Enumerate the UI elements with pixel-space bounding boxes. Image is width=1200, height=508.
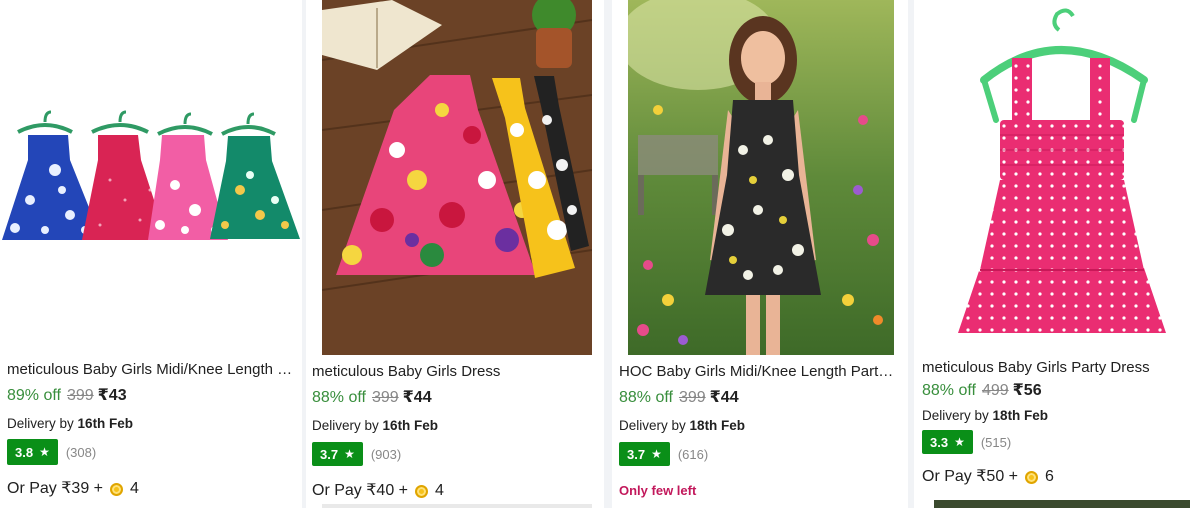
delivery-prefix: Delivery by (7, 416, 74, 431)
rating-row: 3.3 ★ (515) (922, 429, 1192, 455)
rating-value: 3.3 (930, 434, 949, 450)
rating-value: 3.8 (15, 444, 34, 460)
rating-value: 3.7 (320, 446, 339, 462)
rating-row: 3.7 ★ (616) (619, 441, 900, 467)
product-title[interactable]: HOC Baby Girls Midi/Knee Length Party Dr… (619, 362, 900, 382)
coin-count: 6 (1045, 468, 1054, 485)
rating-row: 3.7 ★ (903) (312, 441, 596, 467)
discount-label: 88% off (619, 389, 673, 406)
coin-pay-offer: Or Pay ₹50 + 6 (922, 467, 1192, 487)
sale-price: ₹56 (1012, 382, 1042, 399)
dresses-on-table-photo (322, 0, 592, 355)
original-price: 499 (981, 382, 1009, 399)
delivery-prefix: Delivery by (922, 408, 989, 423)
product-grid: meticulous Baby Girls Midi/Knee Length D… (0, 0, 1200, 508)
sale-price: ₹43 (97, 387, 127, 404)
rating-value: 3.7 (627, 446, 646, 462)
delivery-info: Delivery by 18th Feb (922, 407, 1192, 425)
rating-badge: 3.7 ★ (312, 442, 363, 466)
rating-count: (308) (65, 444, 97, 460)
pay-text: Or Pay ₹40 + (312, 482, 408, 499)
product-card[interactable]: HOC Baby Girls Midi/Knee Length Party Dr… (612, 0, 908, 508)
price-row: 88% off 499 ₹56 (922, 380, 1192, 402)
product-image[interactable] (0, 0, 302, 355)
original-price: 399 (66, 387, 94, 404)
star-icon: ★ (344, 447, 355, 461)
star-icon: ★ (39, 445, 50, 459)
rating-badge: 3.8 ★ (7, 439, 58, 465)
product-title[interactable]: meticulous Baby Girls Midi/Knee Length D… (7, 360, 294, 380)
four-dresses-on-hangers-photo (0, 0, 302, 355)
discount-label: 88% off (312, 389, 366, 406)
rating-count: (903) (370, 446, 402, 462)
price-row: 88% off 399 ₹44 (619, 387, 900, 409)
stock-warning: Only few left (619, 483, 697, 498)
next-row-preview (934, 500, 1190, 508)
coin-count: 4 (130, 480, 139, 497)
original-price: 399 (678, 389, 706, 406)
rating-count: (515) (980, 434, 1012, 450)
coin-count: 4 (435, 482, 444, 499)
delivery-info: Delivery by 18th Feb (619, 417, 900, 435)
supercoin-icon (415, 484, 428, 498)
star-icon: ★ (954, 435, 965, 449)
delivery-date: 18th Feb (689, 418, 746, 433)
delivery-info: Delivery by 16th Feb (7, 415, 294, 433)
next-row-preview (322, 504, 592, 508)
supercoin-icon (1025, 470, 1038, 484)
rating-row: 3.8 ★ (308) (7, 439, 294, 465)
rating-badge: 3.3 ★ (922, 430, 973, 454)
delivery-date: 16th Feb (382, 418, 439, 433)
pay-text: Or Pay ₹39 + (7, 480, 103, 497)
price-row: 89% off 399 ₹43 (7, 385, 294, 407)
original-price: 399 (371, 389, 399, 406)
delivery-date: 16th Feb (77, 416, 134, 431)
discount-label: 88% off (922, 382, 976, 399)
pink-polka-dress-photo (914, 0, 1200, 352)
product-image[interactable] (322, 0, 592, 355)
delivery-info: Delivery by 16th Feb (312, 417, 596, 435)
product-card[interactable]: meticulous Baby Girls Midi/Knee Length D… (0, 0, 302, 508)
price-row: 88% off 399 ₹44 (312, 387, 596, 409)
sale-price: ₹44 (709, 389, 739, 406)
product-image[interactable] (914, 0, 1200, 352)
product-card[interactable]: meticulous Baby Girls Party Dress 88% of… (914, 0, 1200, 508)
product-image[interactable] (628, 0, 894, 355)
supercoin-icon (110, 482, 123, 496)
discount-label: 89% off (7, 387, 61, 404)
sale-price: ₹44 (402, 389, 432, 406)
rating-badge: 3.7 ★ (619, 442, 670, 466)
product-card[interactable]: meticulous Baby Girls Dress 88% off 399 ₹4… (306, 0, 604, 508)
delivery-date: 18th Feb (992, 408, 1049, 423)
model-in-garden-photo (628, 0, 894, 355)
star-icon: ★ (651, 447, 662, 461)
coin-pay-offer: Or Pay ₹39 + 4 (7, 479, 294, 499)
rating-count: (616) (677, 446, 709, 462)
delivery-prefix: Delivery by (312, 418, 379, 433)
coin-pay-offer: Or Pay ₹40 + 4 (312, 481, 596, 501)
product-title[interactable]: meticulous Baby Girls Dress (312, 362, 596, 382)
delivery-prefix: Delivery by (619, 418, 686, 433)
product-title[interactable]: meticulous Baby Girls Party Dress (922, 358, 1192, 378)
pay-text: Or Pay ₹50 + (922, 468, 1018, 485)
